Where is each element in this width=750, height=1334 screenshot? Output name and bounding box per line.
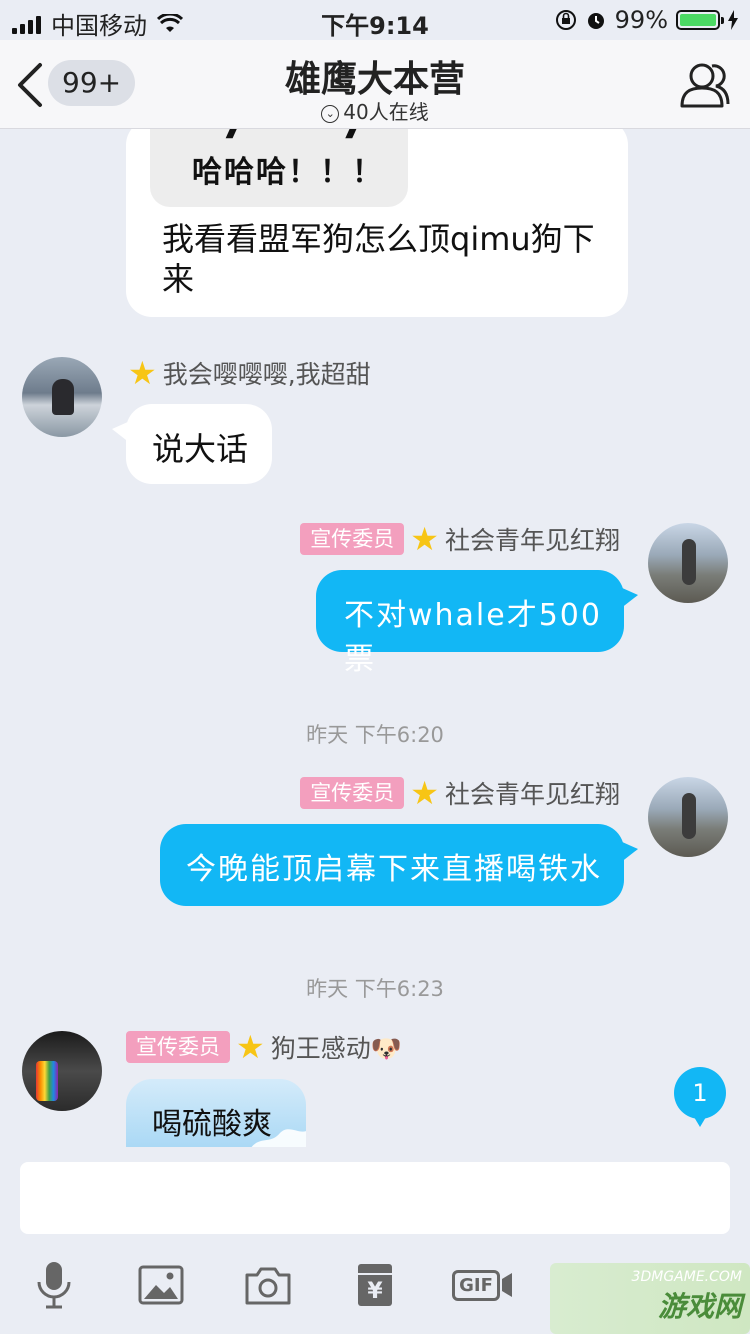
message-text: 我看看盟军狗怎么顶qimu狗下来 [162, 220, 595, 298]
sender-name: 狗王感动🐶 [270, 1034, 402, 1063]
avatar[interactable] [648, 523, 728, 603]
message-bubble[interactable]: 说大话 [126, 404, 272, 484]
bubble-tail [620, 841, 638, 863]
sender-line: 宣传委员 ★ 社会青年见红翔 [300, 775, 620, 811]
group-members-button[interactable] [678, 60, 732, 110]
message-input[interactable] [20, 1162, 730, 1234]
bubble-tail [620, 587, 638, 609]
role-badge: 宣传委员 [126, 1031, 230, 1063]
battery-percent: 99% [614, 6, 668, 34]
photo-button[interactable] [131, 1255, 191, 1315]
role-badge: 宣传委员 [300, 777, 405, 809]
red-packet-icon: ¥ [358, 1264, 392, 1306]
wave-decoration [251, 1129, 306, 1147]
role-badge: 宣传委员 [300, 523, 405, 555]
image-icon [138, 1265, 184, 1305]
nav-bar: 99+ 雄鹰大本营 ⌄ 40人在线 [0, 40, 750, 129]
timestamp: 昨天 下午6:20 [306, 723, 444, 747]
red-packet-button[interactable]: ¥ [345, 1255, 405, 1315]
voice-button[interactable] [24, 1255, 84, 1315]
message-text: 今晚能顶启幕下来直播喝铁水 [186, 852, 602, 887]
star-icon: ★ [128, 354, 157, 392]
timestamp: 昨天 下午6:23 [306, 977, 444, 1001]
charging-icon [728, 10, 738, 30]
watermark-logo: 3DMGAME.COM 游戏网 [550, 1263, 750, 1334]
group-title[interactable]: 雄鹰大本营 [0, 50, 750, 102]
avatar[interactable] [22, 1031, 102, 1111]
star-icon: ★ [410, 520, 439, 558]
sender-line: ★ 我会嘤嘤嘤,我超甜 [128, 355, 371, 391]
chevron-down-icon: ⌄ [321, 104, 340, 123]
battery-icon [676, 10, 724, 30]
camera-button[interactable] [238, 1255, 298, 1315]
sticker-image[interactable]: 7 7 哈哈哈！！！ [150, 129, 408, 207]
online-status[interactable]: ⌄ 40人在线 [0, 96, 750, 125]
svg-text:¥: ¥ [367, 1279, 383, 1304]
message-bubble[interactable]: 不对whale才500票 [316, 570, 624, 677]
star-icon: ★ [236, 1028, 265, 1066]
camera-play-icon [501, 1273, 512, 1297]
sender-name: 社会青年见红翔 [444, 526, 620, 555]
message-text: 说大话 [152, 430, 249, 468]
star-icon: ★ [410, 774, 439, 812]
chat-area[interactable]: 7 7 哈哈哈！！！ 我看看盟军狗怎么顶qimu狗下来 ★ 我会嘤嘤嘤,我超甜 … [0, 129, 750, 1147]
status-bar: 中国移动 下午9:14 99% [0, 0, 750, 40]
sender-line: 宣传委员 ★ 社会青年见红翔 [300, 521, 620, 557]
sender-name: 我会嘤嘤嘤,我超甜 [162, 360, 371, 389]
new-message-badge[interactable]: 1 [674, 1067, 726, 1127]
avatar[interactable] [22, 357, 102, 437]
message-bubble[interactable]: 今晚能顶启幕下来直播喝铁水 [160, 824, 624, 906]
avatar[interactable] [648, 777, 728, 857]
gif-icon: GIF [452, 1269, 500, 1301]
message-text: 不对whale才500票 [344, 598, 602, 677]
rotation-lock-icon [555, 10, 576, 30]
gif-button[interactable]: GIF [452, 1255, 512, 1315]
message-bubble[interactable]: 7 7 哈哈哈！！！ 我看看盟军狗怎么顶qimu狗下来 [126, 129, 628, 317]
camera-icon [245, 1267, 291, 1305]
microphone-icon [37, 1262, 71, 1309]
message-bubble[interactable]: 喝硫酸爽 [126, 1079, 306, 1147]
sender-name: 社会青年见红翔 [444, 780, 620, 809]
sender-line: 宣传委员 ★ 狗王感动🐶 [126, 1029, 402, 1065]
alarm-icon [587, 13, 604, 29]
